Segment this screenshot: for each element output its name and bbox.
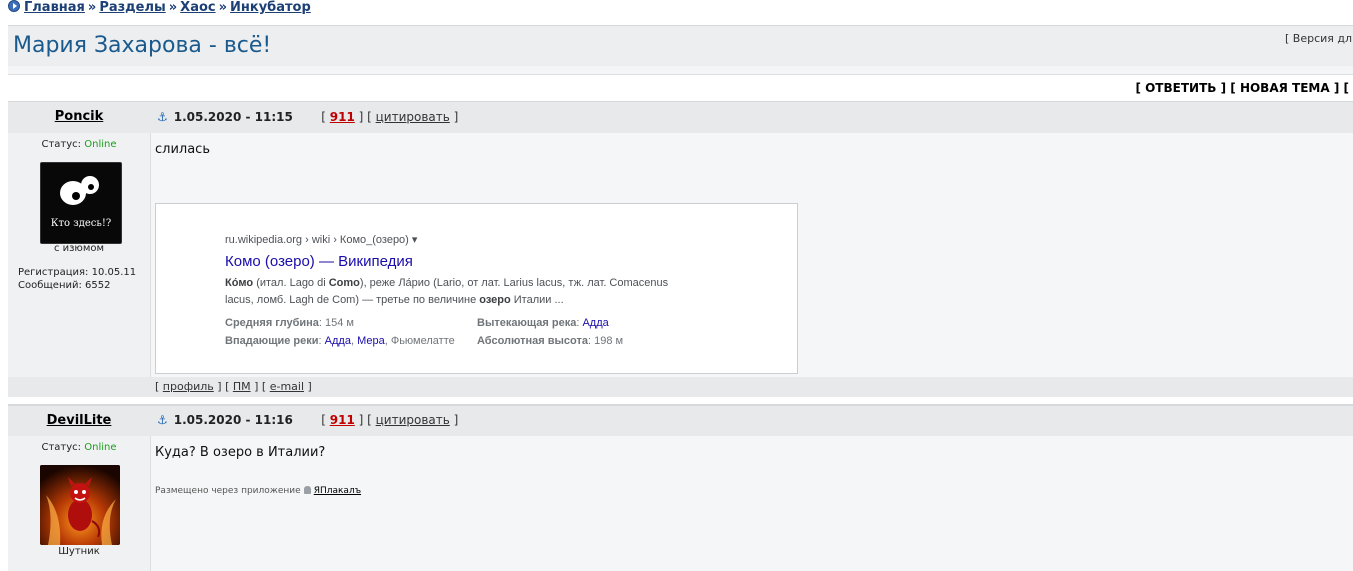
- reply-button[interactable]: ОТВЕТИТЬ: [1145, 81, 1216, 95]
- anchor-icon[interactable]: ⚓: [157, 110, 168, 124]
- post-author-name[interactable]: DevilLite: [8, 413, 150, 428]
- breadcrumb-separator: »: [218, 0, 228, 15]
- breadcrumb-incubator[interactable]: Инкубатор: [230, 0, 311, 15]
- post-meta: ⚓ 1.05.2020 - 11:16 [ 911 ] [ цитировать …: [157, 413, 459, 427]
- wiki-fact-depth: Средняя глубина: 154 м: [225, 317, 354, 329]
- pm-link[interactable]: ПМ: [233, 380, 251, 393]
- app-note: Размещено через приложение ЯПлакалъ: [155, 486, 362, 496]
- breadcrumb-separator: »: [87, 0, 97, 15]
- avatar-caption: Шутник: [58, 546, 100, 557]
- post-number-link[interactable]: 911: [330, 413, 355, 427]
- wiki-fact-inflow: Впадающие реки: Адда, Мера, Фьюмелатте: [225, 335, 455, 347]
- wiki-fact-outflow: Вытекающая река: Адда: [477, 317, 609, 329]
- post-meta: ⚓ 1.05.2020 - 11:15 [ 911 ] [ цитировать …: [157, 110, 459, 124]
- breadcrumb-chaos[interactable]: Хаос: [180, 0, 215, 15]
- quote-button[interactable]: цитировать: [376, 110, 450, 124]
- post-text: Куда? В озеро в Италии?: [155, 445, 326, 460]
- breadcrumb-separator: »: [168, 0, 178, 15]
- post-number-link[interactable]: 911: [330, 110, 355, 124]
- page-title: Мария Захарова - всё!: [13, 33, 272, 58]
- email-link[interactable]: e-mail: [270, 380, 304, 393]
- post-author-name[interactable]: Poncik: [8, 109, 150, 124]
- avatar[interactable]: Кто здесь!?: [40, 162, 122, 244]
- eyes-avatar-icon: [41, 163, 121, 243]
- avatar-caption: с изюмом: [53, 243, 105, 254]
- wiki-title: Комо (озеро) — Википедия: [225, 253, 413, 270]
- post-body: [151, 436, 1353, 571]
- post-separator: [8, 397, 1353, 405]
- avatar[interactable]: [40, 465, 120, 545]
- online-status: Online: [84, 442, 117, 453]
- breadcrumb-home[interactable]: Главная: [24, 0, 85, 15]
- devil-avatar-icon: [40, 465, 120, 545]
- registration-info: Регистрация: 10.05.11 Сообщений: 6552: [18, 267, 137, 291]
- author-status: Статус: Online: [41, 442, 117, 453]
- app-link[interactable]: ЯПлакалъ: [314, 486, 361, 496]
- author-status: Статус: Online: [41, 139, 117, 150]
- profile-link[interactable]: профиль: [163, 380, 214, 393]
- version-link[interactable]: [ Версия дл: [1285, 32, 1352, 45]
- post-datetime: 1.05.2020 - 11:15: [173, 110, 293, 124]
- topic-actions: [ ОТВЕТИТЬ ] [ НОВАЯ ТЕМА ] [: [1135, 81, 1349, 95]
- header-divider: [8, 66, 1353, 75]
- new-topic-button[interactable]: НОВАЯ ТЕМА: [1240, 81, 1330, 95]
- topic-header: Мария Захарова - всё! [ Версия дл: [8, 25, 1353, 67]
- post-footer-links: [ профиль ] [ ПМ ] [ e-mail ]: [155, 380, 312, 393]
- wiki-fact-height: Абсолютная высота: 198 м: [477, 335, 624, 347]
- wikipedia-preview-image: ru.wikipedia.org › wiki › Комо_(озеро) ▾…: [155, 203, 798, 374]
- post-datetime: 1.05.2020 - 11:16: [173, 413, 293, 427]
- breadcrumb: Главная» Разделы» Хаос» Инкубатор: [8, 0, 311, 15]
- home-arrow-icon[interactable]: [8, 0, 20, 12]
- post-text: слилась: [155, 142, 210, 157]
- online-status: Online: [84, 139, 117, 150]
- wiki-snippet: Ко́мо (итал. Lago di Como), реже Ла́рио …: [225, 277, 669, 306]
- avatar-text: Кто здесь!?: [50, 218, 112, 229]
- anchor-icon[interactable]: ⚓: [157, 413, 168, 427]
- quote-button[interactable]: цитировать: [376, 413, 450, 427]
- breadcrumb-sections[interactable]: Разделы: [99, 0, 165, 15]
- action-bar: [ ОТВЕТИТЬ ] [ НОВАЯ ТЕМА ] [: [8, 76, 1353, 100]
- android-icon: [303, 486, 311, 494]
- wiki-url: ru.wikipedia.org › wiki › Комо_(озеро) ▾: [225, 234, 418, 246]
